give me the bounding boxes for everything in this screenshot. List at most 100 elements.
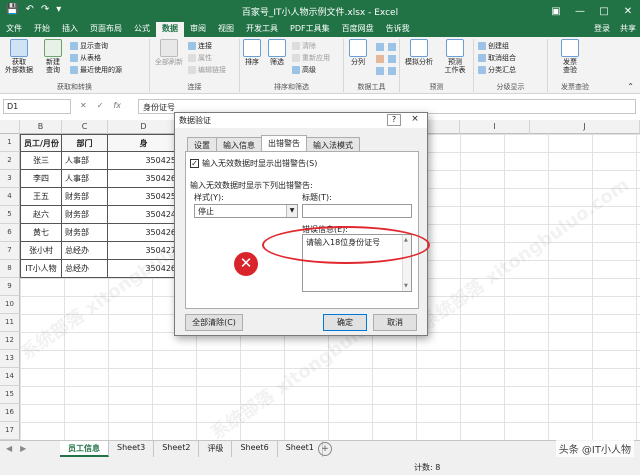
close-icon[interactable]: ✕ — [616, 0, 640, 22]
column-header[interactable]: B — [20, 120, 62, 134]
ok-button[interactable]: 确定 — [323, 314, 367, 331]
table-header-cell[interactable]: 身 — [108, 134, 180, 152]
column-header[interactable]: D — [108, 120, 180, 134]
text-to-columns-button[interactable]: 分列 — [346, 39, 370, 66]
tab-developer[interactable]: 开发工具 — [240, 22, 284, 37]
row-header[interactable]: 8 — [0, 260, 20, 278]
reapply-button[interactable]: 重新应用 — [292, 53, 330, 63]
collapse-ribbon-icon[interactable]: ⌃ — [627, 82, 634, 91]
row-header[interactable]: 6 — [0, 224, 20, 242]
column-header[interactable]: C — [62, 120, 108, 134]
tab-formulas[interactable]: 公式 — [128, 22, 156, 37]
login-link[interactable]: 登录 — [594, 23, 610, 34]
ribbon-display-icon[interactable]: ▣ — [544, 0, 568, 22]
sheet-tab[interactable]: Sheet2 — [154, 441, 200, 457]
redo-icon[interactable]: ↷ — [41, 4, 49, 15]
forecast-sheet-button[interactable]: 预测 工作表 — [442, 39, 468, 74]
row-header[interactable]: 1 — [0, 134, 20, 152]
edit-links-button[interactable]: 编辑链接 — [188, 65, 226, 75]
table-cell[interactable]: 赵六 — [20, 206, 62, 224]
table-cell[interactable]: 350425 — [108, 188, 180, 206]
recent-sources-button[interactable]: 最近使用的源 — [70, 65, 122, 75]
subtotal-button[interactable]: 分类汇总 — [478, 65, 516, 75]
scroll-up-icon[interactable]: ▲ — [404, 237, 408, 243]
table-cell[interactable]: 张小村 — [20, 242, 62, 260]
tab-review[interactable]: 审阅 — [184, 22, 212, 37]
maximize-icon[interactable]: □ — [592, 0, 616, 22]
table-cell[interactable]: 总经办 — [62, 242, 108, 260]
table-cell[interactable]: 人事部 — [62, 170, 108, 188]
cancel-entry-icon[interactable]: ✕ — [80, 101, 87, 110]
sheet-tab[interactable]: 评级 — [199, 441, 233, 457]
show-error-alert-checkbox[interactable]: ✓ 输入无效数据时显示出错警告(S) — [190, 158, 317, 169]
advanced-filter-button[interactable]: 高级 — [292, 65, 316, 75]
flash-fill-icon[interactable] — [376, 43, 384, 51]
table-cell[interactable]: 总经办 — [62, 260, 108, 278]
row-header[interactable]: 2 — [0, 152, 20, 170]
row-header[interactable]: 10 — [0, 296, 20, 314]
table-cell[interactable]: 财务部 — [62, 188, 108, 206]
minimize-icon[interactable]: — — [568, 0, 592, 22]
table-cell[interactable]: 财务部 — [62, 224, 108, 242]
row-header[interactable]: 5 — [0, 206, 20, 224]
consolidate-icon[interactable] — [388, 43, 396, 51]
share-button[interactable]: 共享 — [620, 23, 636, 34]
table-cell[interactable]: 350425 — [108, 152, 180, 170]
row-header[interactable]: 14 — [0, 368, 20, 386]
relationships-icon[interactable] — [388, 55, 396, 63]
table-cell[interactable]: 王五 — [20, 188, 62, 206]
row-header[interactable]: 4 — [0, 188, 20, 206]
title-input[interactable] — [302, 204, 412, 218]
tab-home[interactable]: 开始 — [28, 22, 56, 37]
tab-pdf-tools[interactable]: PDF工具集 — [284, 22, 336, 37]
row-header[interactable]: 13 — [0, 350, 20, 368]
checkbox-box[interactable]: ✓ — [190, 159, 199, 168]
chevron-down-icon[interactable]: ▼ — [286, 205, 297, 217]
tab-data[interactable]: 数据 — [156, 22, 184, 37]
error-message-input[interactable]: 请输入18位身份证号 ▲ ▼ — [302, 234, 412, 292]
column-header[interactable]: I — [460, 120, 530, 134]
tab-baidu-pan[interactable]: 百度网盘 — [336, 22, 380, 37]
save-icon[interactable]: 💾 — [6, 4, 18, 15]
table-cell[interactable]: IT小人物 — [20, 260, 62, 278]
confirm-entry-icon[interactable]: ✓ — [97, 101, 104, 110]
tab-page-layout[interactable]: 页面布局 — [84, 22, 128, 37]
table-header-cell[interactable]: 部门 — [62, 134, 108, 152]
next-sheet-icon[interactable]: ▶ — [20, 444, 26, 453]
table-cell[interactable]: 350426 — [108, 170, 180, 188]
from-table-button[interactable]: 从表格 — [70, 53, 101, 63]
invoice-check-button[interactable]: 发票 查验 — [556, 39, 584, 74]
clear-all-button[interactable]: 全部清除(C) — [185, 314, 243, 331]
row-header[interactable]: 12 — [0, 332, 20, 350]
get-external-data-button[interactable]: 获取 外部数据 — [4, 39, 34, 74]
table-header-cell[interactable]: 员工/月份 — [20, 134, 62, 152]
remove-duplicates-icon[interactable] — [376, 55, 384, 63]
row-header[interactable]: 15 — [0, 386, 20, 404]
scroll-down-icon[interactable]: ▼ — [404, 283, 408, 289]
table-cell[interactable]: 李四 — [20, 170, 62, 188]
ungroup-button[interactable]: 取消组合 — [478, 53, 516, 63]
tab-insert[interactable]: 插入 — [56, 22, 84, 37]
tab-view[interactable]: 视图 — [212, 22, 240, 37]
what-if-button[interactable]: 模拟分析 — [402, 39, 436, 66]
help-button[interactable]: ? — [387, 114, 401, 126]
row-header[interactable]: 16 — [0, 404, 20, 422]
undo-icon[interactable]: ↶ — [25, 4, 33, 15]
table-cell[interactable]: 人事部 — [62, 152, 108, 170]
table-cell[interactable]: 350426 — [108, 260, 180, 278]
row-header[interactable]: 11 — [0, 314, 20, 332]
dialog-close-button[interactable]: × — [407, 114, 423, 126]
row-header[interactable]: 7 — [0, 242, 20, 260]
sort-button[interactable]: 排序 — [242, 39, 262, 66]
sheet-tab[interactable]: Sheet1 — [278, 441, 323, 457]
style-select[interactable]: 停止 ▼ — [194, 204, 298, 218]
data-model-icon[interactable] — [388, 67, 396, 75]
data-validation-icon[interactable] — [376, 67, 384, 75]
show-queries-button[interactable]: 显示查询 — [70, 41, 108, 51]
row-header[interactable]: 17 — [0, 422, 20, 440]
tab-file[interactable]: 文件 — [0, 22, 28, 37]
select-all-corner[interactable] — [0, 120, 20, 134]
table-cell[interactable]: 张三 — [20, 152, 62, 170]
customize-qat-icon[interactable]: ▾ — [56, 4, 61, 15]
refresh-all-button[interactable]: 全部刷新 — [154, 39, 184, 66]
